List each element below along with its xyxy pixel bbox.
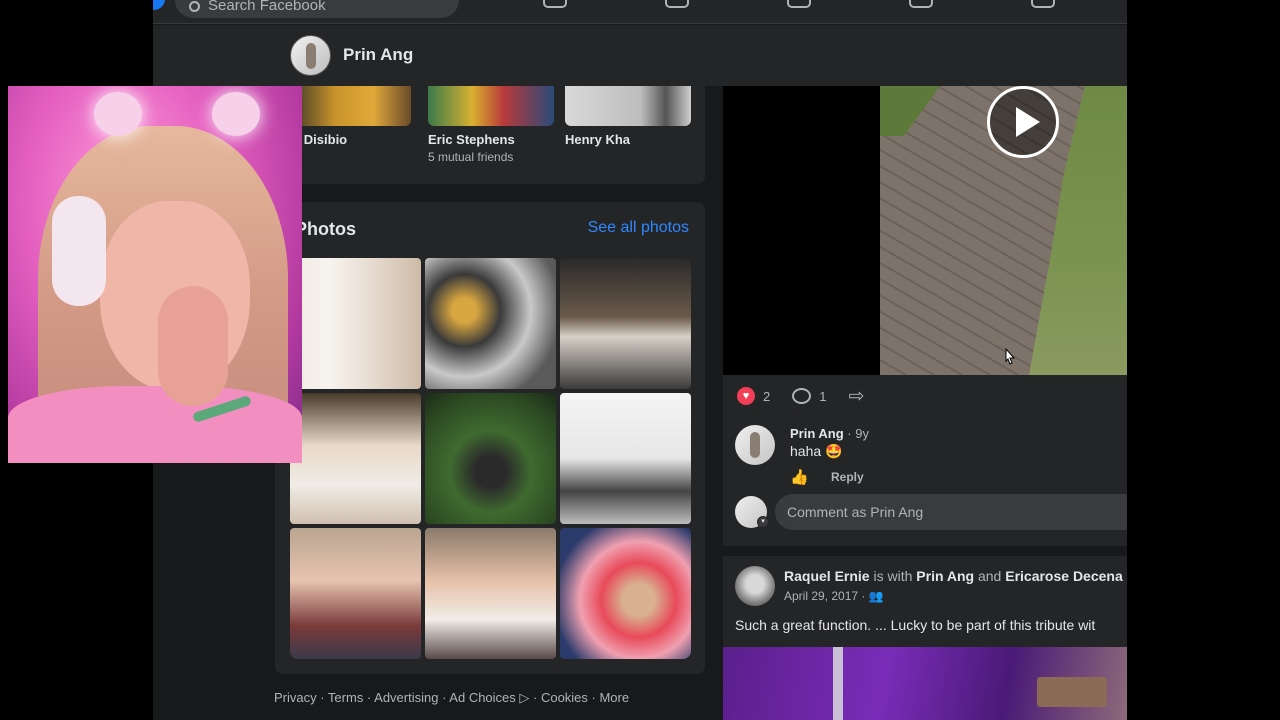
photo-thumbnail[interactable]	[560, 393, 691, 524]
gaming-nav-icon[interactable]	[1031, 0, 1055, 8]
photo-thumbnail[interactable]	[290, 393, 421, 524]
see-all-photos-link[interactable]: See all photos	[588, 219, 689, 237]
friend-photo[interactable]	[428, 86, 554, 126]
poster-avatar[interactable]	[735, 566, 775, 606]
photo-thumbnail[interactable]	[290, 258, 421, 389]
comment-time: · 9y	[843, 426, 869, 441]
friend-tile[interactable]: Eric Stephens 5 mutual friends	[428, 86, 554, 164]
marketplace-nav-icon[interactable]	[787, 0, 811, 8]
reaction-count: 2	[763, 388, 771, 404]
comment-author[interactable]: Prin Ang	[790, 426, 844, 441]
facebook-logo[interactable]	[153, 0, 165, 10]
friend-photo[interactable]	[285, 86, 411, 126]
profile-name[interactable]: Prin Ang	[343, 45, 413, 65]
friend-tile[interactable]: im Disibio	[285, 86, 411, 147]
webcam-hand	[158, 286, 228, 406]
share-icon: ⇨	[848, 385, 865, 407]
photo-thumbnail[interactable]	[560, 258, 691, 389]
search-icon	[189, 1, 200, 12]
video-grass-left	[880, 86, 940, 136]
friends-audience-icon: 👥	[868, 589, 884, 603]
reactions[interactable]: ♥ 2	[737, 387, 770, 405]
heart-reaction-icon: ♥	[737, 387, 755, 405]
friend-name[interactable]: Eric Stephens	[428, 132, 554, 147]
mutual-friends-count: 5 mutual friends	[428, 150, 514, 164]
webcam-bear-ear-right	[212, 92, 260, 136]
photo-thumbnail[interactable]	[425, 393, 556, 524]
webcam-shirt	[8, 386, 302, 463]
tagged-post-card: Raquel Ernie is with Prin Ang and Ericar…	[723, 556, 1127, 720]
photo-thumbnail[interactable]	[560, 528, 691, 659]
photo-grid	[290, 258, 691, 659]
reply-button[interactable]: Reply	[831, 470, 864, 484]
video-player[interactable]	[723, 86, 1127, 375]
webcam-headphone	[52, 196, 106, 306]
and-text: and	[974, 568, 1006, 584]
photos-card: Photos See all photos	[275, 202, 705, 674]
comment-icon	[792, 388, 812, 404]
tagged-person[interactable]: Ericarose Decena	[1005, 568, 1123, 584]
screen: Search Facebook Prin Ang im Disibio Eric…	[0, 0, 1280, 720]
comments-count[interactable]: 1	[792, 388, 826, 404]
comment-count: 1	[819, 388, 827, 404]
webcam-overlay	[8, 86, 302, 463]
like-icon[interactable]: 👍	[790, 468, 809, 486]
comment-input[interactable]: Comment as Prin Ang	[775, 494, 1127, 530]
chevron-down-icon[interactable]: ▾	[757, 516, 769, 528]
video-post-card: ♥ 2 1 ⇨ Prin Ang · 9y haha 🤩 👍 Reply ▾ C…	[723, 86, 1127, 546]
friend-name[interactable]: Henry Kha	[565, 132, 691, 147]
friend-photo[interactable]	[565, 86, 691, 126]
home-nav-icon[interactable]	[543, 0, 567, 8]
photos-title: Photos	[295, 219, 356, 239]
profile-avatar[interactable]	[290, 35, 331, 76]
play-icon[interactable]	[987, 86, 1059, 158]
friend-name[interactable]: im Disibio	[285, 132, 411, 147]
poster-name[interactable]: Raquel Ernie	[784, 568, 870, 584]
watch-nav-icon[interactable]	[665, 0, 689, 8]
photo-thumbnail[interactable]	[290, 528, 421, 659]
friend-tile[interactable]: Henry Kha	[565, 86, 691, 147]
post-text: Such a great function. ... Lucky to be p…	[735, 617, 1096, 633]
photo-thumbnail[interactable]	[425, 258, 556, 389]
friends-card: im Disibio Eric Stephens 5 mutual friend…	[275, 86, 705, 184]
tagged-person[interactable]: Prin Ang	[916, 568, 974, 584]
webcam-bear-ear-left	[94, 92, 142, 136]
top-navigation: Search Facebook	[153, 0, 1127, 24]
comment: Prin Ang · 9y haha 🤩 👍 Reply	[735, 425, 1115, 487]
share-button[interactable]: ⇨	[848, 385, 864, 408]
cursor-icon	[1005, 348, 1016, 365]
post-date-text[interactable]: April 29, 2017 ·	[784, 589, 869, 603]
profile-header-bar: Prin Ang	[153, 25, 1127, 86]
photo-thumbnail[interactable]	[425, 528, 556, 659]
groups-nav-icon[interactable]	[909, 0, 933, 8]
commenter-avatar[interactable]	[735, 425, 775, 465]
post-actions: ♥ 2 1 ⇨	[737, 385, 864, 408]
comment-text: haha 🤩	[790, 443, 843, 459]
post-header: Raquel Ernie is with Prin Ang and Ericar…	[784, 568, 1123, 584]
search-placeholder: Search Facebook	[208, 0, 326, 14]
footer-links[interactable]: Privacy · Terms · Advertising · Ad Choic…	[274, 690, 629, 706]
commenter-name[interactable]: Prin Ang · 9y	[790, 426, 869, 441]
comment-composer: ▾ Comment as Prin Ang	[735, 494, 1127, 530]
with-text: is with	[869, 568, 917, 584]
search-input[interactable]: Search Facebook	[175, 0, 459, 18]
post-date: April 29, 2017 · 👥	[784, 589, 884, 603]
post-image[interactable]	[723, 647, 1127, 720]
